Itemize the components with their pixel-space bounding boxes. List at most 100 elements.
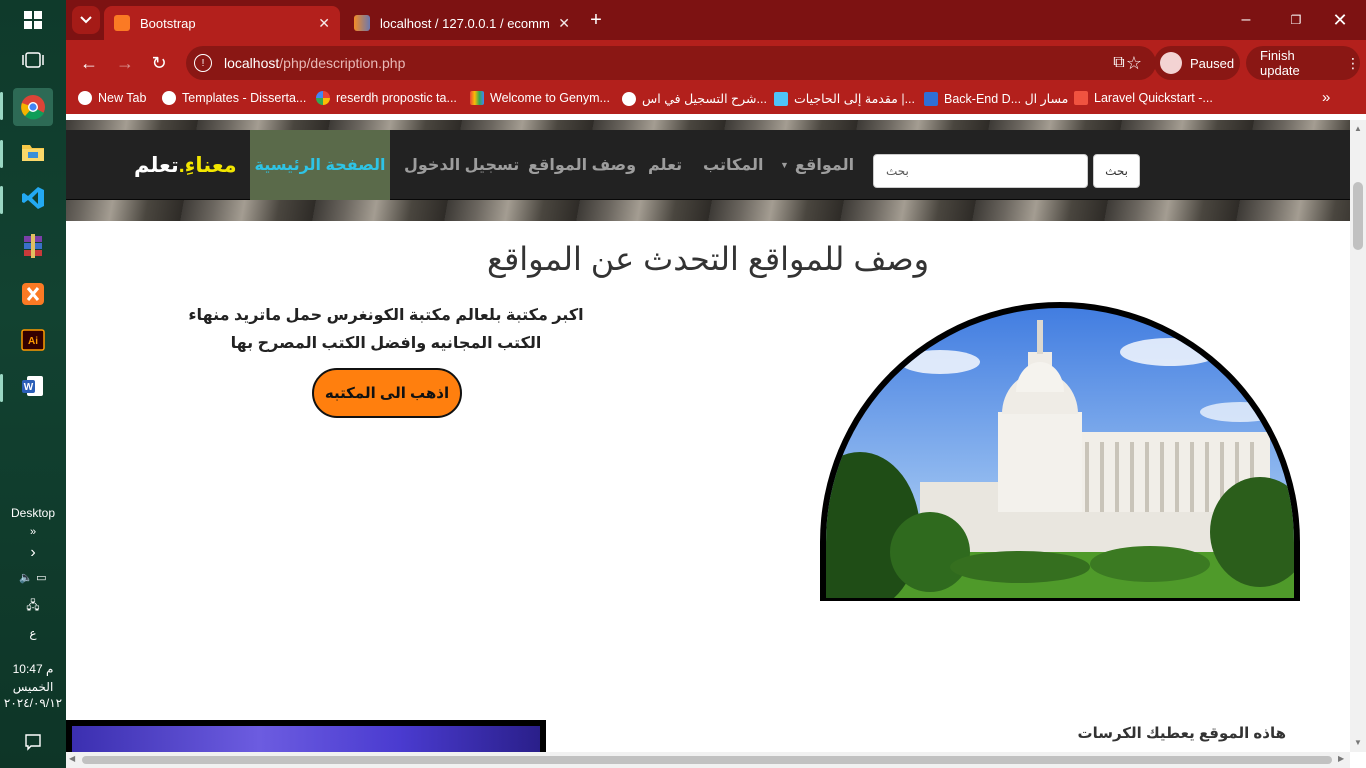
finish-update-button[interactable]: Finish update ⋮ <box>1246 46 1360 80</box>
svg-text:Ai: Ai <box>28 336 38 347</box>
horizontal-scrollbar[interactable]: ◀ ▶ <box>66 752 1350 768</box>
phpmyadmin-favicon-icon <box>354 15 370 31</box>
word-icon[interactable]: W <box>17 370 49 402</box>
forward-icon[interactable]: → <box>112 50 138 76</box>
courses-image <box>66 720 546 752</box>
windows-taskbar: Ai W Desktop » › 🔈 ▭ 🖧 ع 10:47 م الخميس … <box>0 0 66 768</box>
laravel-icon <box>1074 91 1088 105</box>
description-line: اكبر مكتبة بلعالم مكتبة الكونغرس حمل مات… <box>188 307 584 324</box>
chrome-icon[interactable] <box>13 88 53 126</box>
site-navbar: تعلم .معناءِ الصفحة الرئيسية تسجيل الدخول… <box>66 130 1350 200</box>
scroll-down-icon[interactable]: ▼ <box>1354 738 1362 747</box>
word-indicator <box>0 374 3 402</box>
new-tab-icon[interactable]: + <box>584 8 608 32</box>
chevron-double-down-icon[interactable]: » <box>0 526 66 538</box>
profile-button[interactable]: Paused <box>1154 46 1240 80</box>
bookmark-item[interactable]: مقدمة إلى الحاجيات |... <box>774 91 915 106</box>
courses-heading: هاذه الموقع يعطيك الكرسات <box>1077 725 1286 742</box>
clock-date: ٢٠٢٤/٠٩/١٢ <box>3 696 63 710</box>
site-brand[interactable]: تعلم .معناءِ <box>134 130 237 200</box>
bookmark-item[interactable]: Templates - Disserta... <box>162 91 306 105</box>
tab-phpmyadmin[interactable]: localhost / 127.0.0.1 / ecommer ✕ <box>344 6 580 40</box>
bookmark-item[interactable]: شرح التسجيل في اس... <box>622 91 767 106</box>
chevron-right-icon[interactable]: › <box>0 544 66 562</box>
browser-tab-bar: Bootstrap ✕ localhost / 127.0.0.1 / ecom… <box>66 0 1366 40</box>
clock-time[interactable]: 10:47 م <box>0 662 66 676</box>
network-icon[interactable]: 🖧 <box>0 596 66 617</box>
bookmark-item[interactable]: Laravel Quickstart -... <box>1074 91 1213 105</box>
browser-toolbar: ← → ↻ ! localhost/php/description.php ☆ … <box>66 40 1366 86</box>
volume-battery-icons[interactable]: 🔈 ▭ <box>0 571 66 584</box>
close-tab-icon[interactable]: ✕ <box>318 15 330 32</box>
scroll-left-icon[interactable]: ◀ <box>69 754 75 763</box>
desktop-label[interactable]: Desktop <box>0 506 66 520</box>
search-button[interactable]: بحث <box>1093 154 1140 188</box>
back-icon[interactable]: ← <box>76 50 102 76</box>
minimize-icon[interactable]: – <box>1234 8 1258 32</box>
horizontal-scroll-thumb[interactable] <box>82 756 1332 764</box>
windows-start-icon[interactable] <box>17 4 49 36</box>
vertical-scrollbar[interactable]: ▲ ▼ <box>1350 120 1366 752</box>
url-path: /php/description.php <box>279 55 406 71</box>
more-bookmarks-icon[interactable]: » <box>1322 89 1330 106</box>
globe-icon <box>162 91 176 105</box>
nav-home[interactable]: الصفحة الرئيسية <box>250 130 390 200</box>
vscode-icon[interactable] <box>17 182 49 214</box>
winrar-icon[interactable] <box>17 230 49 262</box>
brand-text: تعلم <box>134 153 179 177</box>
nav-login[interactable]: تسجيل الدخول <box>404 130 519 200</box>
xampp-favicon-icon <box>114 15 130 31</box>
capitol-building-image <box>820 302 1300 601</box>
site-info-icon[interactable]: ! <box>194 54 212 72</box>
input-language[interactable]: ع <box>0 626 66 640</box>
courses-image-content <box>72 726 540 752</box>
gmail-icon <box>470 91 484 105</box>
profile-avatar-icon <box>1160 52 1182 74</box>
nav-offices[interactable]: المكاتب <box>703 130 763 200</box>
search-input[interactable]: بحث <box>873 154 1088 188</box>
finish-update-label: Finish update <box>1260 48 1300 78</box>
tab-bootstrap[interactable]: Bootstrap ✕ <box>104 6 340 40</box>
notifications-icon[interactable] <box>17 726 49 758</box>
file-explorer-icon[interactable] <box>17 136 49 168</box>
bookmark-item[interactable]: reserdh propostic ta... <box>316 91 457 105</box>
library-description: اكبر مكتبة بلعالم مكتبة الكونغرس حمل مات… <box>186 302 586 358</box>
go-to-library-button[interactable]: اذهب الى المكتبه <box>312 368 462 418</box>
tab-search-icon[interactable] <box>72 6 100 34</box>
clock-day: الخميس <box>12 680 54 694</box>
scroll-up-icon[interactable]: ▲ <box>1354 124 1362 133</box>
page-title: وصف للمواقع التحدث عن المواقع <box>486 241 930 277</box>
url-host: localhost <box>224 55 280 71</box>
restore-icon[interactable]: ❐ <box>1284 8 1308 32</box>
bookmark-item[interactable]: Welcome to Genym... <box>470 91 610 105</box>
close-window-icon[interactable]: ✕ <box>1328 8 1352 32</box>
vertical-scroll-thumb[interactable] <box>1353 182 1363 250</box>
e-logo-icon <box>924 91 938 106</box>
globe-icon <box>78 91 92 105</box>
nav-sites-dropdown[interactable]: ▼ المواقع <box>780 130 854 200</box>
kebab-menu-icon[interactable]: ⋮ <box>1346 55 1360 72</box>
google-icon <box>316 91 330 105</box>
description-line: الكتب المجانيه وافضل الكتب المصرح بها <box>230 335 542 352</box>
brand-accent-text: .معناءِ <box>178 153 237 177</box>
scroll-right-icon[interactable]: ▶ <box>1338 754 1344 763</box>
tab-title: localhost / 127.0.0.1 / ecommer <box>380 15 551 31</box>
close-tab-icon[interactable]: ✕ <box>558 15 570 32</box>
bookmark-item[interactable]: Back-End D... مسار ال <box>924 91 1068 106</box>
illustrator-icon[interactable]: Ai <box>17 324 49 356</box>
flutter-icon <box>774 91 788 106</box>
tab-title: Bootstrap <box>140 15 196 31</box>
address-bar[interactable]: ! localhost/php/description.php ☆ <box>186 46 1156 80</box>
reload-icon[interactable]: ↻ <box>146 50 172 76</box>
nav-learn[interactable]: تعلم <box>648 130 682 200</box>
page-viewport: تعلم .معناءِ الصفحة الرئيسية تسجيل الدخول… <box>66 120 1350 752</box>
vscode-indicator <box>0 186 3 214</box>
caret-down-icon: ▼ <box>780 160 789 170</box>
profile-status: Paused <box>1190 55 1235 71</box>
extensions-icon[interactable]: ⧉ <box>1106 50 1132 76</box>
task-view-icon[interactable] <box>17 44 49 76</box>
xampp-icon[interactable] <box>17 278 49 310</box>
nav-sites-description[interactable]: وصف المواقع <box>528 130 636 200</box>
bookmark-item[interactable]: New Tab <box>78 91 146 105</box>
active-app-indicator <box>0 92 3 120</box>
